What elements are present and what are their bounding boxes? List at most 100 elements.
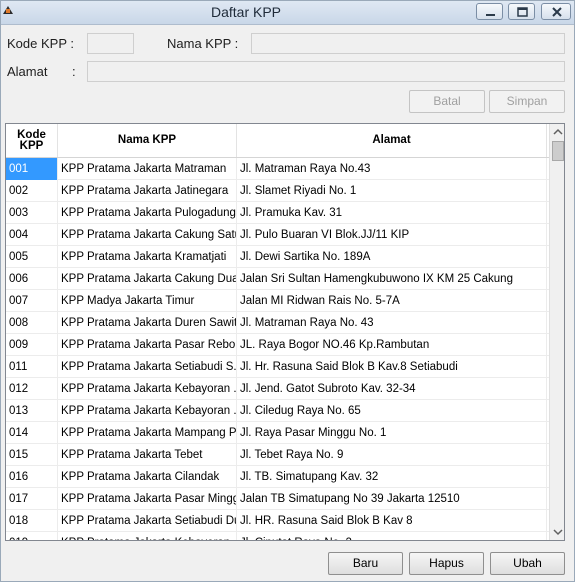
- nama-kpp-input[interactable]: [251, 33, 565, 54]
- table-row[interactable]: 016 KPP Pratama Jakarta Cilandak Jl. TB. S…: [6, 466, 549, 488]
- cell-kode[interactable]: 005: [6, 246, 58, 268]
- cell-nama[interactable]: KPP Pratama Jakarta Jatinegara: [58, 180, 237, 202]
- kode-kpp-input[interactable]: [87, 33, 134, 54]
- hapus-button[interactable]: Hapus: [409, 552, 484, 575]
- cell-alamat[interactable]: JL. Raya Bogor NO.46 Kp.Rambutan: [237, 334, 547, 356]
- cell-kode[interactable]: 001: [6, 158, 58, 180]
- daftar-kpp-window: Daftar KPP Kode KPP : Nama KPP : Alamat …: [0, 0, 575, 582]
- cell-kode[interactable]: 011: [6, 356, 58, 378]
- cell-alamat[interactable]: Jl. Matraman Raya No.43: [237, 158, 547, 180]
- cell-kode[interactable]: 018: [6, 510, 58, 532]
- cell-nama[interactable]: KPP Pratama Jakarta Cakung Dua: [58, 268, 237, 290]
- cell-nama[interactable]: KPP Pratama Jakarta Tebet: [58, 444, 237, 466]
- cell-alamat[interactable]: Jl. Pramuka Kav. 31: [237, 202, 547, 224]
- title-bar[interactable]: Daftar KPP: [1, 1, 574, 25]
- table-row[interactable]: 005 KPP Pratama Jakarta Kramatjati Jl. Dew…: [6, 246, 549, 268]
- column-header-kode[interactable]: Kode KPP: [6, 124, 58, 157]
- cell-nama[interactable]: KPP Pratama Jakarta Pasar Minggu: [58, 488, 237, 510]
- cell-kode[interactable]: 019: [6, 532, 58, 540]
- simpan-button[interactable]: Simpan: [489, 90, 565, 113]
- cell-nama[interactable]: KPP Pratama Jakarta Kebayoran ...: [58, 400, 237, 422]
- alamat-colon: :: [72, 64, 76, 79]
- close-icon: [552, 7, 562, 17]
- cell-kode[interactable]: 008: [6, 312, 58, 334]
- cell-alamat[interactable]: Jl. Dewi Sartika No. 189A: [237, 246, 547, 268]
- cell-kode[interactable]: 003: [6, 202, 58, 224]
- cell-alamat[interactable]: Jl. Matraman Raya No. 43: [237, 312, 547, 334]
- kpp-table[interactable]: Kode KPP Nama KPP Alamat 001 KPP Pratama J…: [5, 123, 565, 541]
- window-title: Daftar KPP: [210, 4, 282, 20]
- table-row[interactable]: 004 KPP Pratama Jakarta Cakung Satu Jl. Pu…: [6, 224, 549, 246]
- cell-kode[interactable]: 013: [6, 400, 58, 422]
- table-row[interactable]: 013 KPP Pratama Jakarta Kebayoran ... Jl. …: [6, 400, 549, 422]
- scroll-up-icon[interactable]: [550, 124, 565, 140]
- cell-nama[interactable]: KPP Pratama Jakarta Mampang P...: [58, 422, 237, 444]
- maximize-button[interactable]: [508, 3, 535, 20]
- cell-kode[interactable]: 012: [6, 378, 58, 400]
- column-header-alamat[interactable]: Alamat: [237, 124, 547, 157]
- cell-alamat[interactable]: Jl. Tebet Raya No. 9: [237, 444, 547, 466]
- table-row[interactable]: 009 KPP Pratama Jakarta Pasar Rebo JL. Ray…: [6, 334, 549, 356]
- cell-alamat[interactable]: Jl. HR. Rasuna Said Blok B Kav 8: [237, 510, 547, 532]
- cell-nama[interactable]: KPP Madya Jakarta Timur: [58, 290, 237, 312]
- alamat-label: Alamat: [7, 64, 48, 79]
- cell-kode[interactable]: 015: [6, 444, 58, 466]
- cell-alamat[interactable]: Jl. Pulo Buaran VI Blok.JJ/11 KIP: [237, 224, 547, 246]
- minimize-icon: [486, 14, 495, 16]
- vertical-scrollbar[interactable]: [549, 124, 565, 540]
- cell-alamat[interactable]: Jalan MI Ridwan Rais No. 5-7A: [237, 290, 547, 312]
- cell-alamat[interactable]: Jl. Ciputat Raya No. 2: [237, 532, 547, 540]
- cell-nama[interactable]: KPP Pratama Jakarta Cilandak: [58, 466, 237, 488]
- cell-alamat[interactable]: Jl. Raya Pasar Minggu No. 1: [237, 422, 547, 444]
- cell-alamat[interactable]: Jl. Hr. Rasuna Said Blok B Kav.8 Setiabu…: [237, 356, 547, 378]
- cell-alamat[interactable]: Jl. TB. Simatupang Kav. 32: [237, 466, 547, 488]
- cell-nama[interactable]: KPP Pratama Jakarta Kebayoran ...: [58, 532, 237, 540]
- table-row[interactable]: 017 KPP Pratama Jakarta Pasar Minggu Jalan…: [6, 488, 549, 510]
- baru-button[interactable]: Baru: [328, 552, 403, 575]
- cell-nama[interactable]: KPP Pratama Jakarta Setiabudi Dua: [58, 510, 237, 532]
- table-row[interactable]: 008 KPP Pratama Jakarta Duren Sawit Jl. Ma…: [6, 312, 549, 334]
- close-button[interactable]: [541, 3, 571, 20]
- cell-alamat[interactable]: Jalan Sri Sultan Hamengkubuwono IX KM 25…: [237, 268, 547, 290]
- cell-nama[interactable]: KPP Pratama Jakarta Duren Sawit: [58, 312, 237, 334]
- cell-nama[interactable]: KPP Pratama Jakarta Matraman: [58, 158, 237, 180]
- cell-kode[interactable]: 006: [6, 268, 58, 290]
- table-row[interactable]: 011 KPP Pratama Jakarta Setiabudi S... Jl.…: [6, 356, 549, 378]
- cell-kode[interactable]: 002: [6, 180, 58, 202]
- cell-alamat[interactable]: Jl. Slamet Riyadi No. 1: [237, 180, 547, 202]
- cell-nama[interactable]: KPP Pratama Jakarta Pulogadung: [58, 202, 237, 224]
- scroll-down-icon[interactable]: [550, 524, 565, 540]
- table-row[interactable]: 003 KPP Pratama Jakarta Pulogadung Jl. Pra…: [6, 202, 549, 224]
- cell-nama[interactable]: KPP Pratama Jakarta Kramatjati: [58, 246, 237, 268]
- cell-nama[interactable]: KPP Pratama Jakarta Setiabudi S...: [58, 356, 237, 378]
- cell-kode[interactable]: 014: [6, 422, 58, 444]
- cell-kode[interactable]: 009: [6, 334, 58, 356]
- batal-button[interactable]: Batal: [409, 90, 485, 113]
- cell-kode[interactable]: 017: [6, 488, 58, 510]
- scrollbar-thumb[interactable]: [552, 141, 564, 161]
- table-row[interactable]: 014 KPP Pratama Jakarta Mampang P... Jl. R…: [6, 422, 549, 444]
- cell-nama[interactable]: KPP Pratama Jakarta Pasar Rebo: [58, 334, 237, 356]
- table-row[interactable]: 018 KPP Pratama Jakarta Setiabudi Dua Jl. …: [6, 510, 549, 532]
- cell-nama[interactable]: KPP Pratama Jakarta Cakung Satu: [58, 224, 237, 246]
- minimize-button[interactable]: [476, 3, 503, 20]
- cell-nama[interactable]: KPP Pratama Jakarta Kebayoran ...: [58, 378, 237, 400]
- ubah-button[interactable]: Ubah: [490, 552, 565, 575]
- table-row[interactable]: 002 KPP Pratama Jakarta Jatinegara Jl. Sla…: [6, 180, 549, 202]
- table-row[interactable]: 006 KPP Pratama Jakarta Cakung Dua Jalan S…: [6, 268, 549, 290]
- cell-alamat[interactable]: Jalan TB Simatupang No 39 Jakarta 12510: [237, 488, 547, 510]
- kode-kpp-label: Kode KPP :: [7, 36, 74, 51]
- table-row[interactable]: 007 KPP Madya Jakarta Timur Jalan MI Ridwa…: [6, 290, 549, 312]
- cell-alamat[interactable]: Jl. Ciledug Raya No. 65: [237, 400, 547, 422]
- cell-alamat[interactable]: Jl. Jend. Gatot Subroto Kav. 32-34: [237, 378, 547, 400]
- alamat-input[interactable]: [87, 61, 565, 82]
- table-row[interactable]: 001 KPP Pratama Jakarta Matraman Jl. Matra…: [6, 158, 549, 180]
- cell-kode[interactable]: 016: [6, 466, 58, 488]
- column-header-nama[interactable]: Nama KPP: [58, 124, 237, 157]
- table-row[interactable]: 012 KPP Pratama Jakarta Kebayoran ... Jl. …: [6, 378, 549, 400]
- cell-kode[interactable]: 004: [6, 224, 58, 246]
- maximize-icon: [517, 7, 528, 17]
- table-row[interactable]: 019KPP Pratama Jakarta Kebayoran ...Jl. …: [6, 532, 549, 540]
- cell-kode[interactable]: 007: [6, 290, 58, 312]
- table-row[interactable]: 015 KPP Pratama Jakarta Tebet Jl. Tebet Ra…: [6, 444, 549, 466]
